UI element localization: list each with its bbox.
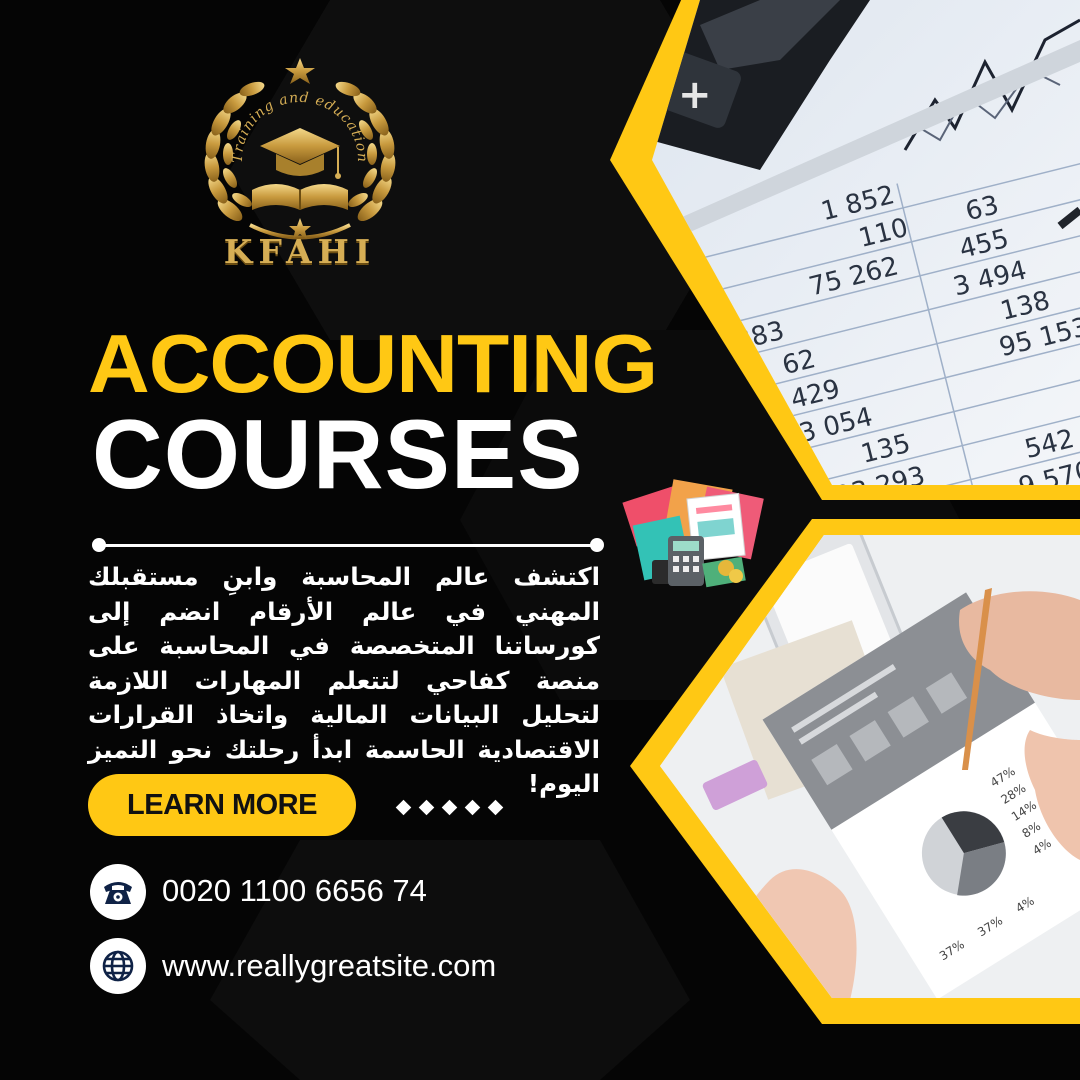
phone-icon[interactable]	[90, 864, 146, 920]
diamond-bullet-icon	[487, 799, 504, 816]
svg-text:+: +	[678, 72, 712, 118]
phone-number[interactable]: 0020 1100 6656 74	[162, 873, 427, 909]
globe-icon[interactable]	[90, 938, 146, 994]
open-book-icon	[252, 184, 348, 210]
diamond-bullet-icon	[464, 799, 481, 816]
course-description: اكتشف عالم المحاسبة وابنِ مستقبلك المهني…	[88, 562, 600, 798]
headline-courses: COURSES	[92, 399, 584, 509]
diamond-bullet-icon	[441, 799, 458, 816]
website-link[interactable]: www.reallygreatsite.com	[162, 948, 496, 984]
learn-more-button[interactable]: LEARN MORE	[88, 774, 356, 836]
poster: 1 852 110 75 262 383 62 429 3 054 135 93…	[0, 0, 1080, 1080]
divider-line	[92, 538, 604, 552]
brand-name: KFAHI	[223, 232, 377, 271]
diamond-bullet-icon	[418, 799, 435, 816]
diamond-bullet-icon	[395, 799, 412, 816]
graduation-cap-icon	[260, 128, 341, 179]
diamond-bullets	[395, 798, 538, 818]
headline-accounting: ACCOUNTING	[88, 317, 658, 410]
